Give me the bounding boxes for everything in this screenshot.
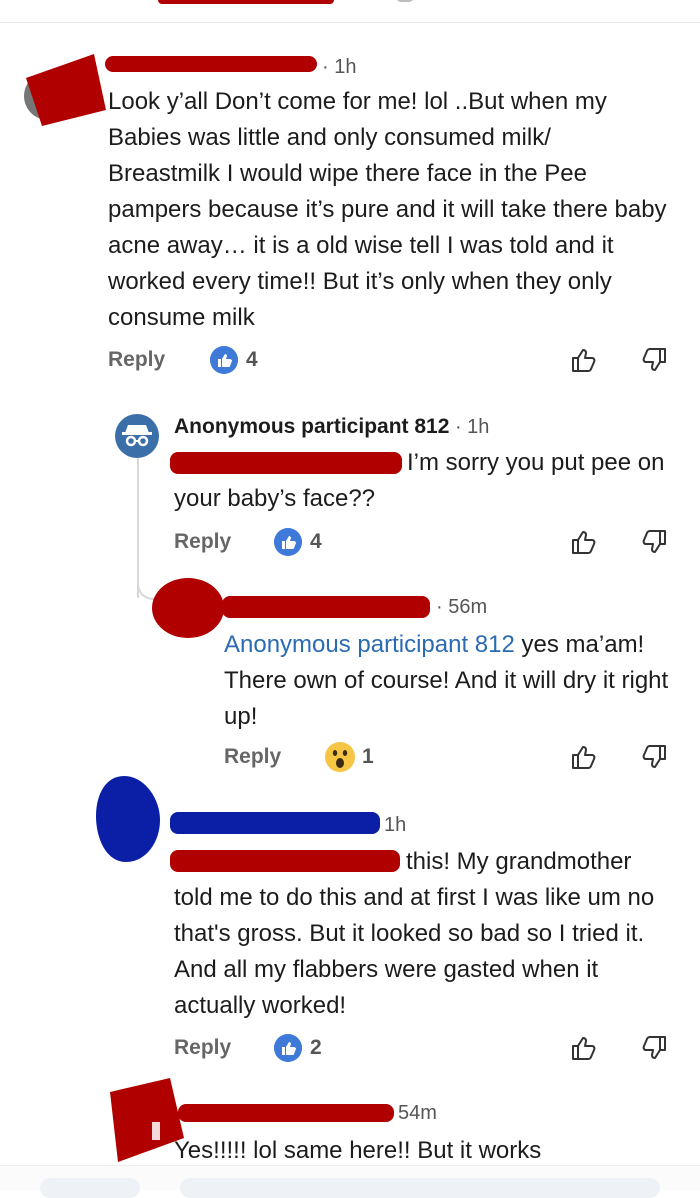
avatar-redacted: [96, 776, 160, 862]
mention-link[interactable]: Anonymous participant 812: [224, 631, 515, 658]
reply-button[interactable]: Reply: [224, 745, 281, 769]
reaction-count: 4: [310, 530, 322, 553]
bottom-pill-right[interactable]: [180, 1178, 660, 1198]
comment-time: · 1h: [454, 416, 490, 438]
comment-text: Look y’all Don’t come for me! lol ..But …: [108, 88, 667, 331]
bottom-pill-left[interactable]: [40, 1178, 140, 1198]
top-bar: [0, 0, 700, 23]
author-redacted: [105, 56, 317, 72]
comment-meta: Anonymous participant 812 · 1h: [174, 415, 489, 439]
comment-3: · 56m Anonymous participant 812 yes ma’a…: [0, 572, 700, 782]
comment-4: 1h this! My grandmother told me to do th…: [0, 772, 700, 1072]
comment-5: 54m Yes!!!!! lol same here!! But it work…: [0, 1078, 700, 1168]
like-icon[interactable]: [210, 346, 238, 374]
thumbs-up-icon[interactable]: [568, 1032, 600, 1064]
comment-actions: Reply 2: [174, 1034, 674, 1066]
comment-time: 1h: [384, 814, 407, 836]
reply-button[interactable]: Reply: [174, 1036, 231, 1060]
thumbs-down-icon[interactable]: [638, 344, 670, 376]
thumbs-down-icon[interactable]: [638, 741, 670, 773]
comment-text: Yes!!!!! lol same here!! But it works: [174, 1137, 542, 1164]
comment-text: I’m sorry you put pee on your baby’s fac…: [174, 445, 674, 517]
reaction-count: 4: [246, 348, 258, 371]
comment-actions: Reply 4: [174, 528, 674, 560]
avatar-redacted: [152, 578, 224, 638]
comment-1: · 1h Look y’all Don’t come for me! lol .…: [0, 40, 700, 390]
author-redacted: [170, 812, 380, 834]
top-dot: [396, 0, 414, 2]
like-icon[interactable]: [274, 528, 302, 556]
like-icon[interactable]: [274, 1034, 302, 1062]
comment-text-content: I’m sorry you put pee on your baby’s fac…: [174, 449, 665, 512]
author-redacted: [178, 1104, 394, 1122]
comment-actions: Reply 4: [108, 346, 668, 378]
avatar-redacted: [24, 54, 106, 126]
thumbs-down-icon[interactable]: [638, 526, 670, 558]
reply-button[interactable]: Reply: [174, 530, 231, 554]
thumbs-up-icon[interactable]: [568, 344, 600, 376]
author-redacted: [222, 596, 430, 618]
comment-time: · 1h: [322, 56, 357, 78]
comment-actions: Reply 1: [224, 742, 674, 775]
comment-2: Anonymous participant 812 · 1h I’m sorry…: [0, 405, 700, 575]
bottom-bar: [0, 1165, 700, 1198]
redaction-mark: [158, 0, 334, 4]
reaction-count: 1: [362, 745, 374, 768]
thumbs-up-icon[interactable]: [568, 741, 600, 773]
comment-text: Anonymous participant 812 yes ma’am! The…: [224, 627, 674, 735]
author-name[interactable]: Anonymous participant 812: [174, 415, 449, 438]
comment-time: 54m: [398, 1102, 437, 1124]
wow-emoji-icon[interactable]: [324, 741, 356, 773]
comment-time: · 56m: [436, 596, 488, 618]
anonymous-avatar-icon: [115, 414, 159, 458]
thumbs-down-icon[interactable]: [638, 1032, 670, 1064]
reaction-count: 2: [310, 1036, 322, 1059]
comment-text-content: this! My grandmother told me to do this …: [174, 848, 655, 1019]
thumbs-up-icon[interactable]: [568, 526, 600, 558]
comment-text: this! My grandmother told me to do this …: [174, 844, 674, 1024]
reply-button[interactable]: Reply: [108, 348, 165, 372]
